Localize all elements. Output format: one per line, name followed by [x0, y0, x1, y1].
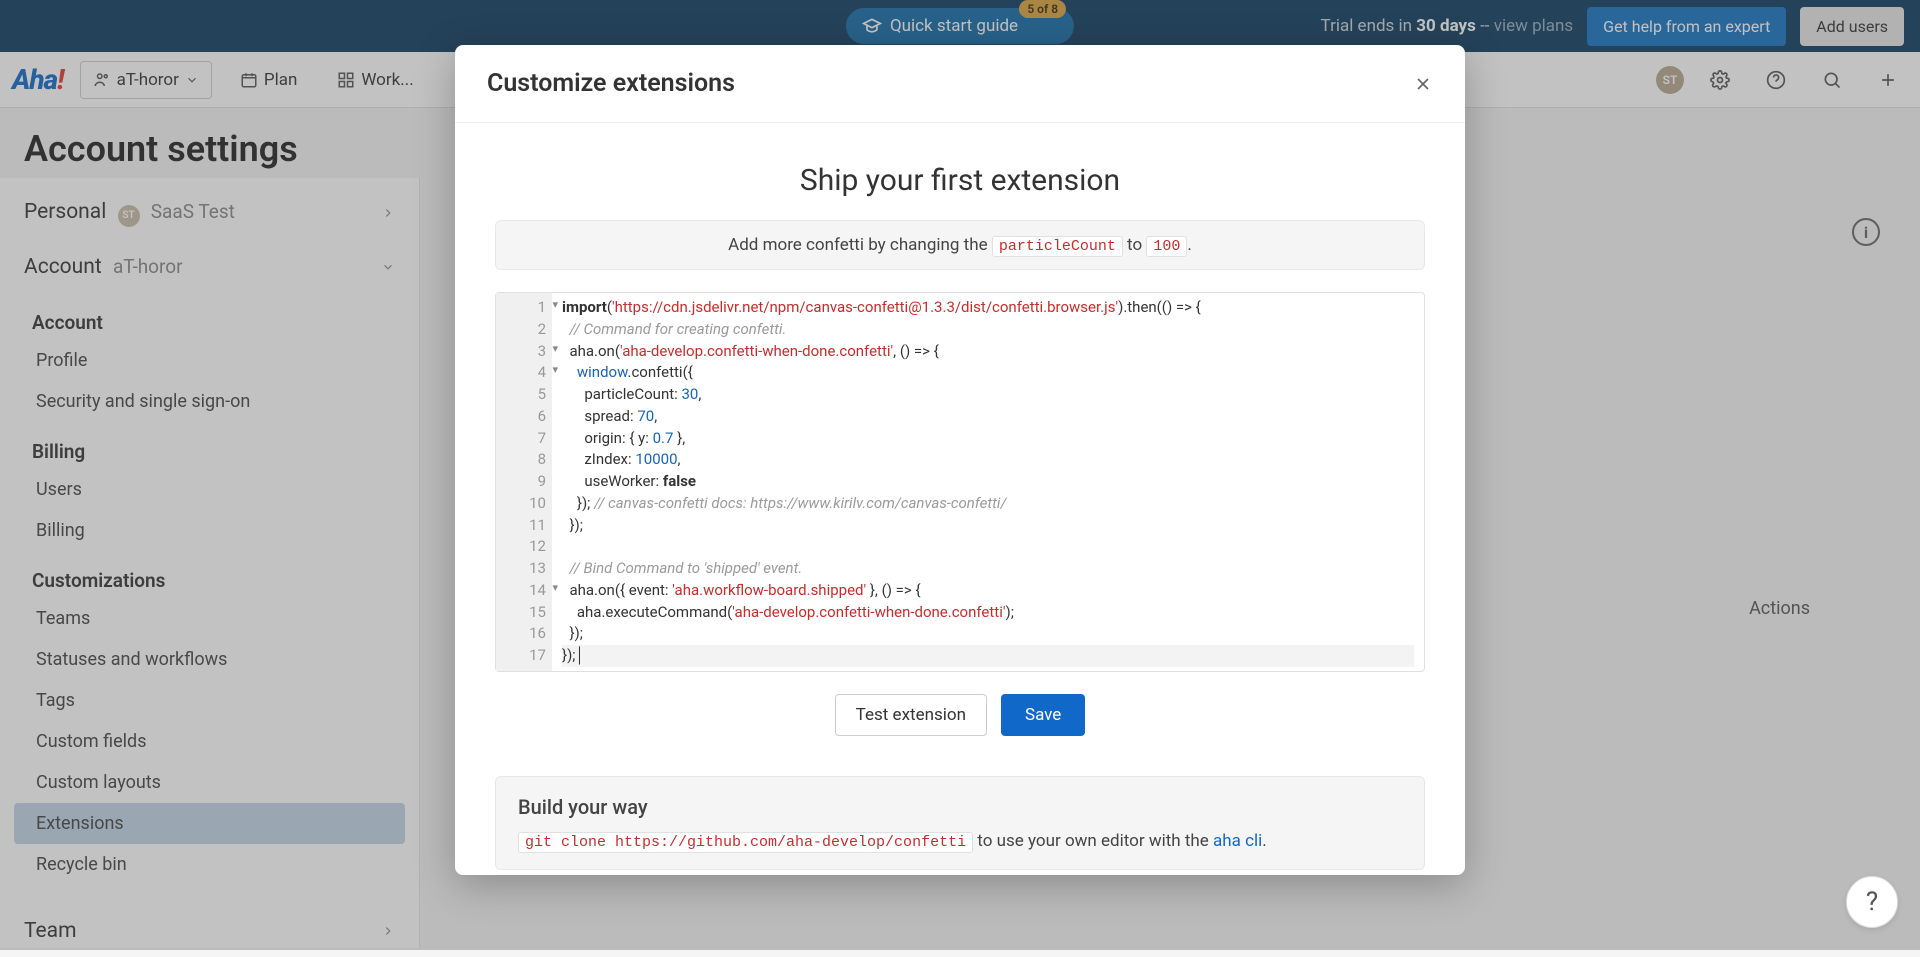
modal-title: Customize extensions	[487, 69, 735, 98]
build-heading: Build your way	[518, 795, 1402, 819]
editor-content[interactable]: import('https://cdn.jsdelivr.net/npm/can…	[552, 293, 1424, 671]
git-clone-command: git clone https://github.com/aha-develop…	[518, 832, 973, 853]
modal-close-button[interactable]	[1413, 74, 1433, 94]
customize-extensions-modal: Customize extensions Ship your first ext…	[455, 45, 1465, 875]
code-editor[interactable]: 1234567891011121314151617 import('https:…	[495, 292, 1425, 672]
build-your-way-box: Build your way git clone https://github.…	[495, 776, 1425, 870]
test-extension-button[interactable]: Test extension	[835, 694, 987, 736]
close-icon	[1413, 74, 1433, 94]
hint-banner: Add more confetti by changing the partic…	[495, 220, 1425, 270]
modal-body[interactable]: Ship your first extension Add more confe…	[455, 123, 1465, 875]
help-fab-button[interactable]: ?	[1846, 876, 1898, 928]
editor-gutter: 1234567891011121314151617	[496, 293, 552, 671]
ship-extension-heading: Ship your first extension	[495, 163, 1425, 198]
save-button[interactable]: Save	[1001, 694, 1085, 736]
aha-cli-link[interactable]: aha cli	[1213, 831, 1262, 851]
